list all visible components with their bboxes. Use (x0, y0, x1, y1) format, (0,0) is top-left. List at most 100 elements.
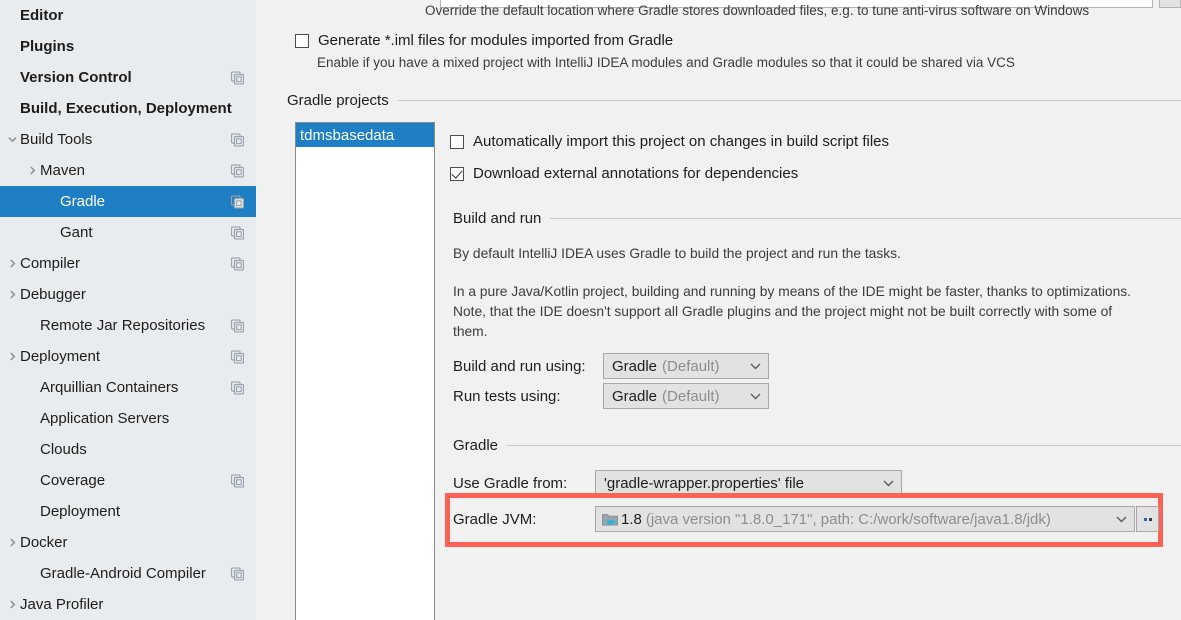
sidebar-item-label: Build Tools (20, 131, 93, 148)
generate-iml-label: Generate *.iml files for modules importe… (318, 32, 674, 49)
chevron-down-icon (750, 363, 761, 370)
copy-settings-icon[interactable] (231, 71, 244, 84)
copy-settings-icon[interactable] (231, 257, 244, 270)
build-run-using-value: Gradle (612, 357, 658, 375)
group-divider-line (507, 445, 1181, 446)
sidebar-item-label: Docker (20, 534, 68, 551)
chevron-down-icon[interactable] (4, 135, 20, 144)
chevron-right-icon[interactable] (4, 290, 20, 299)
copy-settings-icon[interactable] (231, 350, 244, 363)
copy-settings-icon[interactable] (231, 164, 244, 177)
download-annotations-label: Download external annotations for depend… (473, 165, 799, 182)
sidebar-item-label: Debugger (20, 286, 86, 303)
gradle-user-home-browse-button[interactable] (1159, 0, 1181, 8)
gradle-jvm-label: Gradle JVM: (453, 510, 537, 528)
auto-import-checkbox-row[interactable]: Automatically import this project on cha… (450, 134, 889, 149)
copy-settings-icon[interactable] (231, 381, 244, 394)
copy-settings-icon[interactable] (231, 567, 244, 580)
copy-settings-icon[interactable] (231, 226, 244, 239)
sidebar-item-clouds[interactable]: Clouds (0, 434, 256, 465)
sidebar-item-label: Maven (40, 162, 86, 179)
sidebar-item-docker[interactable]: Docker (0, 527, 256, 558)
build-run-using-select[interactable]: Gradle (Default) (603, 353, 769, 379)
sidebar-item-java-profiler[interactable]: Java Profiler (0, 589, 256, 620)
chevron-right-icon[interactable] (4, 538, 20, 547)
download-annotations-checkbox[interactable] (450, 166, 464, 181)
chevron-right-icon[interactable] (4, 352, 20, 361)
dot-1 (1143, 517, 1147, 521)
auto-import-checkbox[interactable] (450, 134, 464, 149)
gradle-jvm-version: 1.8 (621, 510, 642, 528)
sidebar-item-label: Editor (20, 7, 64, 24)
sidebar-item-gant[interactable]: Gant (0, 217, 256, 248)
sidebar-item-coverage[interactable]: Coverage (0, 465, 256, 496)
list-item[interactable]: tdmsbasedata (296, 123, 434, 147)
sidebar-item-label: Build, Execution, Deployment (20, 100, 232, 117)
sidebar-item-version-control[interactable]: Version Control (0, 62, 256, 93)
build-and-run-group-title: Build and run (453, 210, 542, 227)
sidebar-item-compiler[interactable]: Compiler (0, 248, 256, 279)
generate-iml-checkbox-row[interactable]: Generate *.iml files for modules importe… (295, 33, 673, 48)
gradle-group-title: Gradle (453, 437, 499, 454)
sidebar-item-label: Clouds (40, 441, 87, 458)
sidebar-item-label: Version Control (20, 69, 132, 86)
chevron-down-icon (750, 393, 761, 400)
sidebar-item-build-tools[interactable]: Build Tools (0, 124, 256, 155)
chevron-right-icon[interactable] (24, 166, 40, 175)
copy-settings-icon[interactable] (231, 319, 244, 332)
sidebar-item-remote-jar-repositories[interactable]: Remote Jar Repositories (0, 310, 256, 341)
gradle-settings-pane: Override the default location where Grad… (270, 0, 1181, 620)
run-tests-using-value: Gradle (612, 387, 658, 405)
sidebar-item-gradle[interactable]: Gradle (0, 186, 256, 217)
run-tests-using-suffix: (Default) (662, 387, 720, 405)
sidebar-item-label: Application Servers (40, 410, 170, 427)
dot-2 (1148, 517, 1152, 521)
chevron-right-icon[interactable] (4, 600, 20, 609)
sidebar-item-label: Gradle-Android Compiler (40, 565, 206, 582)
run-tests-using-select[interactable]: Gradle (Default) (603, 383, 769, 409)
copy-settings-icon[interactable] (231, 133, 244, 146)
use-gradle-from-value: 'gradle-wrapper.properties' file (604, 474, 804, 492)
settings-dialog: Editor Plugins Version Control Build, Execu… (0, 0, 1181, 620)
gradle-jvm-browse-button[interactable] (1136, 506, 1159, 532)
gradle-user-home-hint: Override the default location where Grad… (425, 3, 1090, 18)
sidebar-item-build-execution-deployment[interactable]: Build, Execution, Deployment (0, 93, 256, 124)
sidebar-item-label: Compiler (20, 255, 81, 272)
sidebar-item-deployment[interactable]: Deployment (0, 496, 256, 527)
gradle-jvm-details: (java version "1.8.0_171", path: C:/work… (645, 510, 1051, 528)
copy-settings-icon[interactable] (231, 474, 244, 487)
settings-sidebar[interactable]: Editor Plugins Version Control Build, Execu… (0, 0, 256, 620)
sidebar-item-application-servers[interactable]: Application Servers (0, 403, 256, 434)
copy-settings-icon[interactable] (231, 195, 244, 208)
download-annotations-checkbox-row[interactable]: Download external annotations for depend… (450, 166, 798, 181)
jdk-folder-icon (602, 512, 618, 526)
sidebar-item-label: Arquillian Containers (40, 379, 179, 396)
generate-iml-checkbox[interactable] (295, 33, 309, 48)
sidebar-item-label: Deployment (40, 503, 121, 520)
gradle-jvm-select[interactable]: 1.8 (java version "1.8.0_171", path: C:/… (595, 506, 1135, 532)
sidebar-item-label: Plugins (20, 38, 75, 55)
run-tests-using-row: Run tests using: Gradle (Default) (453, 383, 769, 409)
sidebar-item-debugger[interactable]: Debugger (0, 279, 256, 310)
chevron-down-icon (1116, 516, 1127, 523)
sidebar-scrollbar-track[interactable] (256, 0, 525, 620)
group-divider-line (397, 100, 1181, 101)
sidebar-item-label: Java Profiler (20, 596, 104, 613)
sidebar-item-arquillian-containers[interactable]: Arquillian Containers (0, 372, 256, 403)
sidebar-item-label: Gant (60, 224, 93, 241)
sidebar-item-gradle-android-compiler[interactable]: Gradle-Android Compiler (0, 558, 256, 589)
gradle-project-list[interactable]: tdmsbasedata (295, 122, 435, 620)
sidebar-item-label: Coverage (40, 472, 106, 489)
sidebar-item-editor[interactable]: Editor (0, 0, 256, 31)
generate-iml-hint: Enable if you have a mixed project with … (317, 55, 1015, 70)
use-gradle-from-label: Use Gradle from: (453, 474, 568, 492)
sidebar-item-maven[interactable]: Maven (0, 155, 256, 186)
build-run-using-row: Build and run using: Gradle (Default) (453, 353, 769, 379)
sidebar-item-deployment[interactable]: Deployment (0, 341, 256, 372)
build-run-description-1: By default IntelliJ IDEA uses Gradle to … (453, 246, 901, 261)
sidebar-item-plugins[interactable]: Plugins (0, 31, 256, 62)
sidebar-item-label: Gradle (60, 193, 106, 210)
chevron-right-icon[interactable] (4, 259, 20, 268)
gradle-jvm-row: Gradle JVM: 1.8 (java version "1.8.0_171… (453, 506, 1135, 532)
auto-import-label: Automatically import this project on cha… (473, 133, 890, 150)
